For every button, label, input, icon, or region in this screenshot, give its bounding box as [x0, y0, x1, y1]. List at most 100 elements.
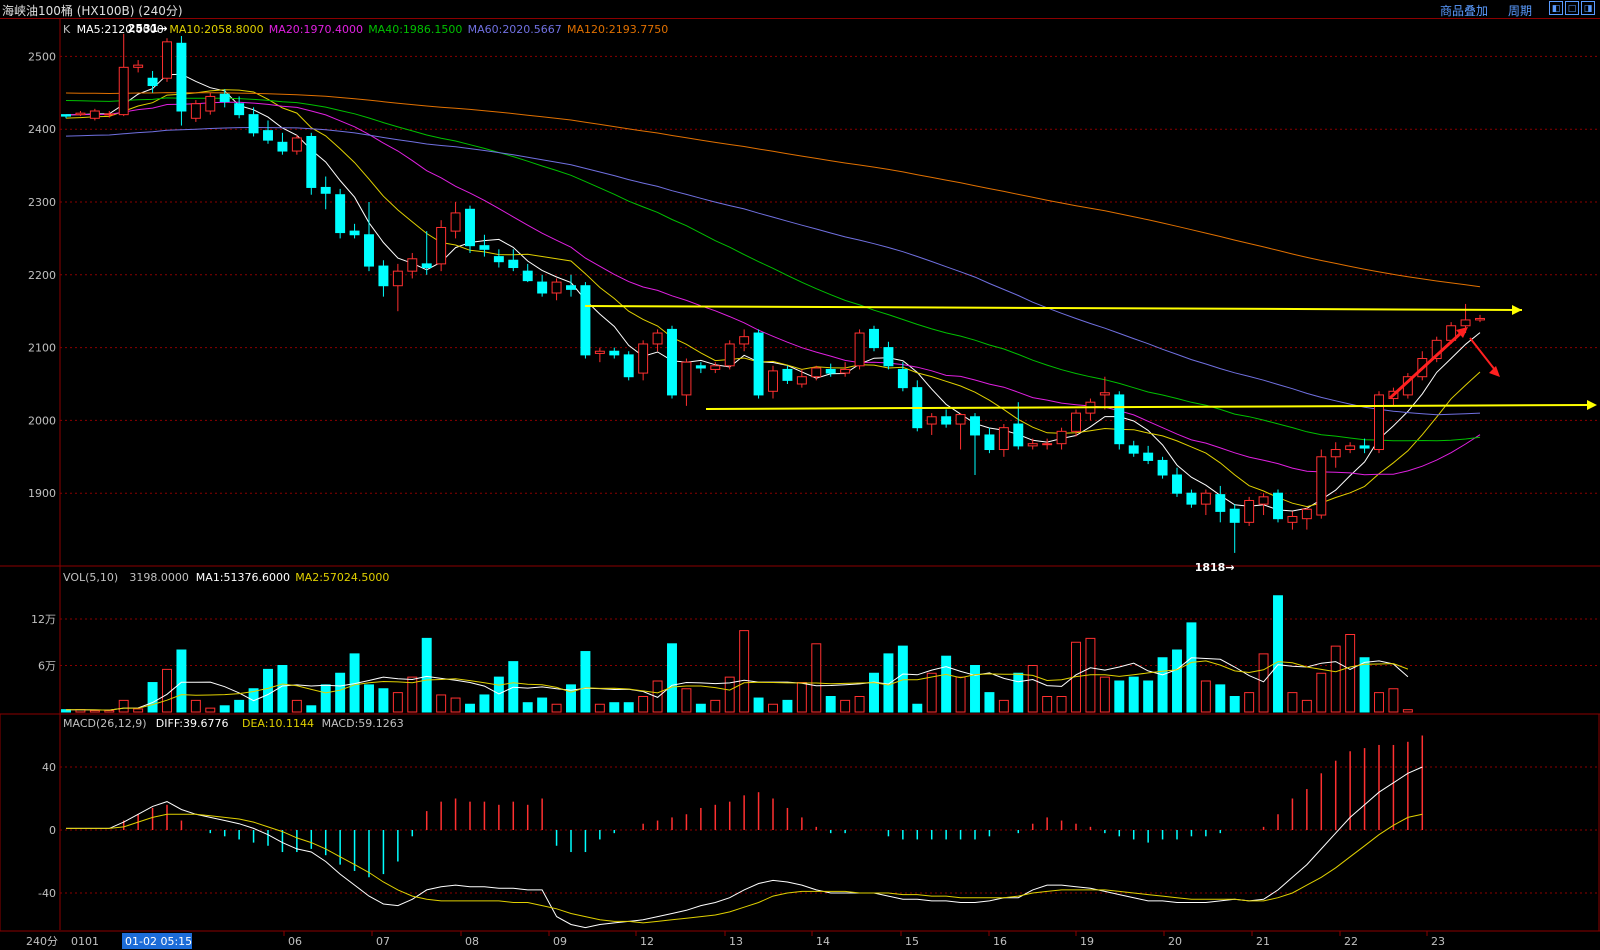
candle-body	[1330, 449, 1341, 458]
volume-bar	[681, 688, 692, 713]
candle-body	[147, 77, 158, 87]
candle-body	[667, 328, 677, 396]
x-first-label: 0101	[71, 935, 99, 948]
price-legend-5: MA60:2020.5667	[468, 23, 562, 36]
candle-body	[710, 365, 721, 370]
candle-body	[941, 416, 952, 425]
candle-body	[739, 336, 750, 345]
candle-body	[176, 42, 187, 112]
candle-body	[537, 281, 548, 294]
volume-bar	[869, 672, 879, 713]
candle-body	[263, 130, 273, 141]
volume-bar	[854, 696, 865, 713]
candle-body	[566, 285, 576, 290]
volume-bar	[1345, 634, 1356, 713]
candle-body	[104, 113, 115, 116]
candle-body	[551, 281, 562, 294]
macd-tick-label: 0	[49, 824, 56, 837]
volume-bar	[1402, 709, 1413, 713]
ma10-line	[65, 89, 1481, 508]
candle-body	[133, 64, 144, 68]
volume-bar	[89, 709, 100, 713]
volume-bar	[1172, 649, 1182, 713]
x-date-label: 22	[1344, 935, 1358, 948]
macd-legend-1: DIFF:39.6776	[156, 717, 229, 730]
candle-body	[378, 265, 389, 287]
candle-body	[1128, 445, 1139, 454]
volume-bar	[306, 705, 317, 713]
candle-body	[1042, 443, 1053, 446]
candle-body	[1157, 459, 1168, 476]
candle-body	[580, 285, 591, 356]
candle-body	[897, 368, 908, 389]
volume-bar	[796, 682, 807, 713]
candle-body	[984, 434, 995, 451]
candle-body	[1186, 492, 1197, 505]
volume-bar	[1244, 692, 1255, 713]
period-label: 240分	[26, 935, 58, 948]
ma20-line	[65, 101, 1481, 476]
volume-bar	[537, 697, 548, 713]
candle-body	[955, 414, 966, 425]
candle-body	[768, 370, 778, 392]
volume-bar	[1114, 680, 1125, 713]
candle-body	[118, 66, 129, 116]
candle-body	[1027, 443, 1038, 447]
candle-body	[1056, 430, 1067, 445]
volume-bar	[1330, 645, 1341, 713]
candle-body	[1258, 496, 1269, 505]
volume-bar	[479, 694, 490, 713]
candle-body	[190, 103, 201, 119]
price-tick-label: 2500	[28, 50, 56, 63]
volume-legend-2: MA1:51376.6000	[196, 571, 290, 584]
candle-body	[320, 186, 331, 194]
price-tick-label: 1900	[28, 487, 56, 500]
price-tick-label: 2400	[28, 123, 56, 136]
chart-canvas[interactable]: 2500240023002200210020001900K MA5:2120.00…	[0, 0, 1600, 950]
candle-body	[277, 141, 288, 152]
candle-body	[436, 226, 447, 265]
candle-body	[1114, 394, 1125, 445]
volume-bar	[291, 699, 302, 713]
ma5-line	[65, 73, 1481, 512]
volume-bar	[739, 630, 750, 713]
candle-body	[1229, 508, 1240, 523]
cursor-date-label: 01-02 05:15	[125, 935, 192, 948]
volume-bar	[1042, 696, 1053, 713]
macd-legend-3: MACD:59.1263	[322, 717, 404, 730]
candle-body	[1071, 412, 1081, 432]
volume-bar	[782, 699, 793, 713]
candle-body	[1475, 317, 1485, 321]
volume-bar	[566, 684, 576, 713]
volume-bar	[392, 692, 403, 713]
candle-body	[753, 332, 764, 396]
candle-body	[75, 112, 86, 116]
volume-legend-0: VOL(5,10)	[63, 571, 118, 584]
volume-bar	[205, 707, 216, 713]
candle-body	[869, 328, 879, 349]
volume-bar	[941, 655, 952, 713]
volume-bar	[277, 665, 288, 713]
volume-bar	[912, 703, 923, 713]
macd-panel-frame	[0, 713, 1600, 932]
volume-bar	[840, 699, 851, 713]
candle-body	[840, 368, 851, 374]
candle-body	[1099, 392, 1110, 396]
candle-body	[1345, 445, 1356, 451]
volume-bar	[1143, 680, 1154, 713]
low-price-label: 1818→	[1195, 561, 1235, 574]
volume-bar	[1273, 595, 1283, 713]
candle-body	[1287, 515, 1298, 523]
volume-legend-3: MA2:57024.5000	[295, 571, 389, 584]
candle-body	[1460, 319, 1471, 327]
candle-body	[205, 95, 216, 112]
candle-body	[1172, 474, 1182, 494]
volume-bar	[1287, 692, 1298, 713]
candle-body	[1200, 492, 1211, 505]
x-date-label: 13	[729, 935, 743, 948]
volume-bar	[1316, 672, 1327, 713]
candle-body	[782, 368, 793, 381]
volume-bar	[984, 692, 995, 713]
candle-body	[652, 332, 663, 345]
volume-bar	[1229, 696, 1240, 713]
